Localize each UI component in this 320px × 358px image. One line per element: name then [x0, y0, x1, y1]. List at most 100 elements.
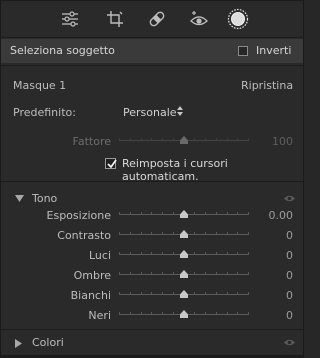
reset-button[interactable]: Ripristina — [241, 79, 293, 92]
slider-tick — [141, 272, 142, 274]
select-subject-label[interactable]: Seleziona soggetto — [10, 44, 115, 57]
shadows-label: Ombre — [73, 269, 111, 282]
slider-tick — [119, 272, 120, 274]
color-section-header[interactable]: Colori — [1, 332, 303, 354]
highlights-slider[interactable] — [119, 248, 249, 262]
slider-tick — [119, 312, 120, 314]
divider — [1, 181, 303, 182]
invert-label[interactable]: Inverti — [256, 44, 291, 57]
expand-triangle-icon[interactable] — [15, 339, 23, 348]
slider-thumb[interactable] — [180, 230, 188, 238]
slider-tick — [237, 212, 238, 214]
slider-thumb[interactable] — [180, 210, 188, 218]
shadows-slider[interactable] — [119, 268, 249, 282]
whites-label: Bianchi — [70, 289, 111, 302]
slider-tick — [151, 212, 152, 214]
slider-tick — [248, 232, 249, 234]
contrast-label: Contrasto — [57, 229, 111, 242]
slider-tick — [205, 252, 206, 254]
contrast-slider[interactable] — [119, 228, 249, 242]
blacks-value[interactable]: 0 — [253, 309, 293, 322]
slider-tick — [162, 312, 163, 314]
healing-icon[interactable] — [146, 8, 168, 30]
slider-tick — [248, 252, 249, 254]
preset-label: Predefinito: — [13, 106, 76, 119]
sliders-icon[interactable] — [59, 8, 81, 30]
auto-reset-checkbox[interactable] — [105, 158, 117, 169]
divider — [1, 65, 303, 66]
whites-slider[interactable] — [119, 288, 249, 302]
slider-tick — [237, 138, 238, 140]
slider-tick — [141, 312, 142, 314]
crop-icon[interactable] — [104, 8, 126, 30]
slider-thumb[interactable] — [180, 250, 188, 258]
slider-tick — [194, 252, 195, 254]
exposure-value[interactable]: 0.00 — [253, 209, 294, 222]
updown-arrows-icon[interactable] — [176, 104, 184, 118]
tool-strip — [1, 1, 303, 37]
slider-tick — [162, 272, 163, 274]
collapse-triangle-icon[interactable] — [15, 195, 24, 203]
color-title: Colori — [32, 336, 64, 349]
slider-tick — [227, 252, 228, 254]
slider-tick — [205, 212, 206, 214]
slider-tick — [248, 212, 249, 214]
slider-tick — [151, 272, 152, 274]
slider-tick — [141, 232, 142, 234]
tone-section-header[interactable]: Tono — [1, 188, 303, 210]
invert-checkbox[interactable] — [238, 46, 248, 56]
slider-tick — [194, 212, 195, 214]
slider-tick — [119, 252, 120, 254]
auto-reset-label[interactable]: Reimposta i cursori automaticam. — [122, 157, 303, 183]
slider-tick — [205, 312, 206, 314]
slider-tick — [151, 232, 152, 234]
slider-tick — [194, 312, 195, 314]
slider-tick — [248, 138, 249, 140]
slider-tick — [162, 252, 163, 254]
slider-tick — [237, 292, 238, 294]
slider-tick — [237, 232, 238, 234]
slider-tick — [216, 212, 217, 214]
slider-tick — [119, 292, 120, 294]
highlights-label: Luci — [88, 249, 111, 262]
red-eye-icon[interactable] — [188, 8, 210, 30]
slider-tick — [173, 252, 174, 254]
slider-tick — [130, 252, 131, 254]
amount-value[interactable]: 100 — [253, 135, 293, 148]
slider-tick — [216, 272, 217, 274]
slider-thumb[interactable] — [180, 270, 188, 278]
preset-dropdown[interactable]: Personale — [123, 106, 177, 119]
slider-tick — [173, 138, 174, 140]
slider-tick — [162, 138, 163, 140]
eye-icon[interactable] — [283, 194, 296, 203]
blacks-label: Neri — [88, 309, 111, 322]
slider-tick — [162, 232, 163, 234]
checkmark-icon — [107, 159, 117, 169]
eye-icon[interactable] — [283, 338, 296, 347]
slider-tick — [205, 232, 206, 234]
slider-tick — [216, 292, 217, 294]
slider-thumb[interactable] — [180, 290, 188, 298]
slider-tick — [227, 292, 228, 294]
highlights-value[interactable]: 0 — [253, 249, 293, 262]
contrast-value[interactable]: 0 — [253, 229, 293, 242]
slider-tick — [151, 292, 152, 294]
slider-thumb[interactable] — [180, 136, 188, 144]
slider-tick — [248, 272, 249, 274]
slider-tick — [194, 138, 195, 140]
slider-tick — [216, 312, 217, 314]
slider-tick — [119, 212, 120, 214]
select-subject-bar[interactable]: Seleziona soggetto Inverti — [1, 39, 303, 63]
shadows-value[interactable]: 0 — [253, 269, 293, 282]
exposure-slider[interactable] — [119, 208, 249, 222]
masking-icon[interactable] — [227, 8, 249, 30]
amount-slider[interactable] — [119, 134, 249, 148]
slider-tick — [130, 138, 131, 140]
blacks-slider[interactable] — [119, 308, 249, 322]
slider-tick — [194, 232, 195, 234]
slider-tick — [248, 292, 249, 294]
slider-tick — [119, 232, 120, 234]
whites-value[interactable]: 0 — [253, 289, 293, 302]
slider-tick — [151, 252, 152, 254]
slider-thumb[interactable] — [180, 310, 188, 318]
